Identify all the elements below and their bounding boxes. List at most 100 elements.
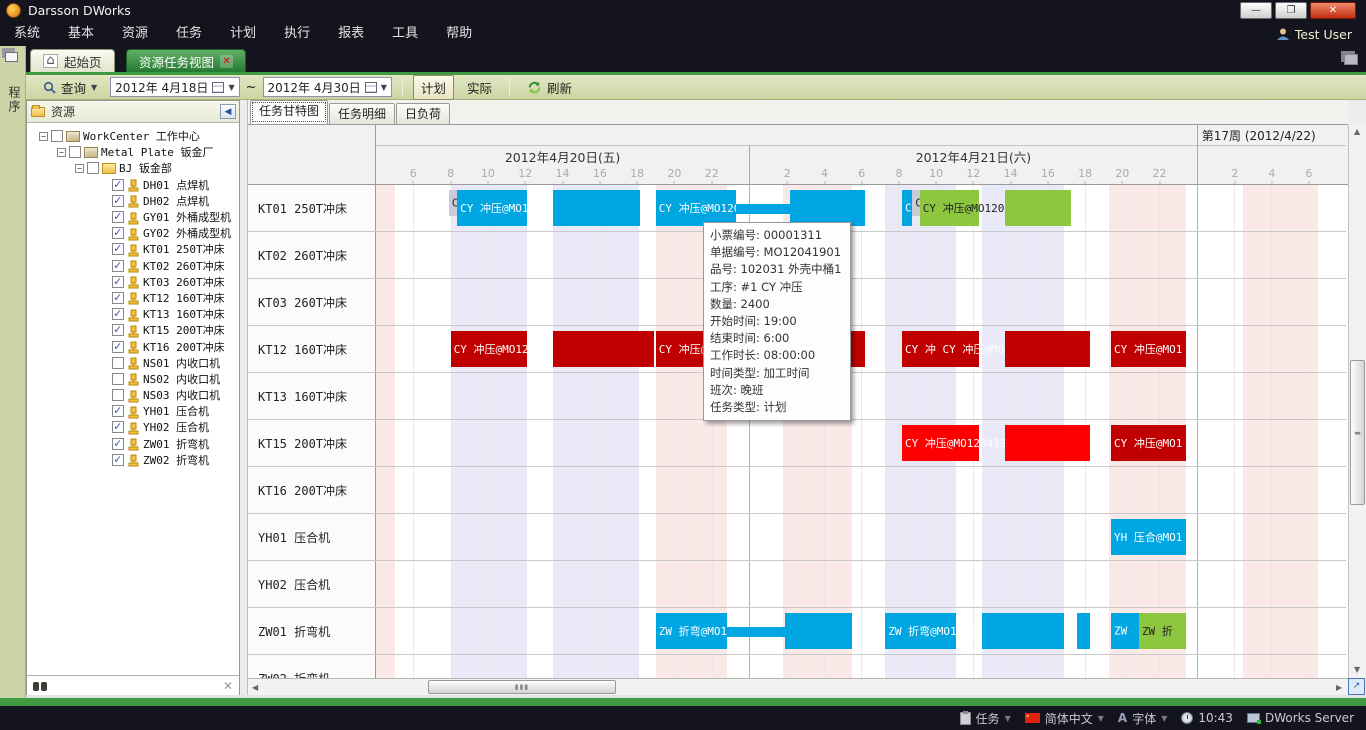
restore-button[interactable]: ❐ xyxy=(1275,2,1307,19)
tree-checkbox[interactable] xyxy=(112,357,124,369)
tree-item-kt03[interactable]: KT03 260T冲床 xyxy=(27,274,239,290)
tree-checkbox[interactable] xyxy=(112,276,124,288)
gantt-task-bar[interactable]: YH 压合@MO1 xyxy=(1111,519,1186,555)
tree-item-bj[interactable]: −BJ 钣金部 xyxy=(27,160,239,176)
tree-item-workcenter[interactable]: −WorkCenter 工作中心 xyxy=(27,128,239,144)
tree-checkbox[interactable] xyxy=(112,389,124,401)
tree-checkbox[interactable] xyxy=(112,227,124,239)
gantt-task-bar[interactable] xyxy=(1005,425,1091,461)
tree-checkbox[interactable] xyxy=(112,454,124,466)
clear-filter-icon[interactable]: ✕ xyxy=(223,679,233,693)
tree-item-metal[interactable]: −Metal Plate 钣金厂 xyxy=(27,144,239,160)
tree-item-zw01[interactable]: ZW01 折弯机 xyxy=(27,436,239,452)
menu-item-1[interactable]: 基本 xyxy=(54,22,108,46)
panel-splitter[interactable] xyxy=(240,100,248,698)
tree-item-ns02[interactable]: NS02 内收口机 xyxy=(27,371,239,387)
hscroll-thumb[interactable]: ▮▮▮ xyxy=(428,680,616,694)
tree-checkbox[interactable] xyxy=(69,146,81,158)
tree-checkbox[interactable] xyxy=(112,405,124,417)
gantt-task-bar[interactable]: ZW 折弯@MO12041901 xyxy=(656,613,727,649)
scroll-left-icon[interactable]: ◀ xyxy=(252,683,258,692)
scroll-up-icon[interactable]: ▲ xyxy=(1354,127,1360,136)
tree-checkbox[interactable] xyxy=(112,179,124,191)
gantt-task-bar[interactable] xyxy=(982,613,1064,649)
chevron-down-icon[interactable]: ▼ xyxy=(1005,714,1011,723)
gantt-tab-2[interactable]: 日负荷 xyxy=(396,103,450,124)
gantt-tab-1[interactable]: 任务明细 xyxy=(329,103,395,124)
tree-item-kt02[interactable]: KT02 260T冲床 xyxy=(27,258,239,274)
tree-checkbox[interactable] xyxy=(87,162,99,174)
tree-checkbox[interactable] xyxy=(112,260,124,272)
status-flag[interactable]: 简体中文▼ xyxy=(1025,710,1104,727)
tree-item-kt16[interactable]: KT16 200T冲床 xyxy=(27,338,239,354)
gantt-task-bar[interactable] xyxy=(1077,613,1090,649)
menu-item-4[interactable]: 计划 xyxy=(216,22,270,46)
gantt-task-bar[interactable] xyxy=(553,190,640,226)
tree-checkbox[interactable] xyxy=(112,438,124,450)
menu-item-8[interactable]: 帮助 xyxy=(432,22,486,46)
gantt-task-bar[interactable] xyxy=(1005,331,1091,367)
chevron-down-icon[interactable]: ▼ xyxy=(1161,714,1167,723)
gantt-task-bar[interactable] xyxy=(553,331,654,367)
gantt-chart[interactable]: 小票编号: 00001311单据编号: MO12041901品号: 102031… xyxy=(376,185,1346,678)
window-list-icon[interactable] xyxy=(1344,54,1358,65)
tree-item-gy02[interactable]: GY02 外桶成型机 xyxy=(27,225,239,241)
gantt-task-bar[interactable]: CY 冲压@MO12041902 xyxy=(920,190,979,226)
setup-marker[interactable]: C xyxy=(912,190,919,216)
gantt-tab-0[interactable]: 任务甘特图 xyxy=(250,100,328,124)
tree-checkbox[interactable] xyxy=(112,421,124,433)
gantt-task-bar[interactable]: CY 冲压@MO12041903 xyxy=(902,425,978,461)
close-button[interactable]: ✕ xyxy=(1310,2,1356,19)
gantt-task-bar[interactable]: CY 冲压@MO12041901 xyxy=(656,190,736,226)
scroll-corner-button[interactable]: ↗ xyxy=(1348,678,1365,695)
vertical-scrollbar[interactable]: ▲ ▬ ▼ xyxy=(1348,125,1366,678)
date-from-field[interactable]: 2012年 4月18日 ▼ xyxy=(110,77,239,97)
gantt-task-bar[interactable] xyxy=(790,190,865,226)
gantt-task-bar[interactable]: ZW 折弯@MO12041901 xyxy=(885,613,956,649)
program-side-strip[interactable]: 程序 xyxy=(0,46,26,698)
tree-expander-icon[interactable]: − xyxy=(57,148,66,157)
horizontal-scrollbar[interactable]: ◀ ▮▮▮ ▶ xyxy=(248,678,1348,695)
vscroll-thumb[interactable]: ▬ xyxy=(1350,360,1365,505)
tree-item-kt13[interactable]: KT13 160T冲床 xyxy=(27,306,239,322)
tree-checkbox[interactable] xyxy=(112,341,124,353)
tree-filter-bar[interactable]: ✕ xyxy=(27,675,239,696)
tree-checkbox[interactable] xyxy=(112,308,124,320)
tree-item-gy01[interactable]: GY01 外桶成型机 xyxy=(27,209,239,225)
tree-checkbox[interactable] xyxy=(51,130,63,142)
tree-checkbox[interactable] xyxy=(112,373,124,385)
gantt-task-bar[interactable]: C xyxy=(902,190,912,226)
menu-item-6[interactable]: 报表 xyxy=(324,22,378,46)
tree-checkbox[interactable] xyxy=(112,324,124,336)
collapse-panel-button[interactable]: ◀ xyxy=(220,104,236,119)
chevron-down-icon[interactable]: ▼ xyxy=(1098,714,1104,723)
minimize-button[interactable]: — xyxy=(1240,2,1272,19)
tree-item-dh01[interactable]: DH01 点焊机 xyxy=(27,177,239,193)
tab-resource-task-view[interactable]: 资源任务视图✕ xyxy=(126,49,246,72)
scroll-down-icon[interactable]: ▼ xyxy=(1354,665,1360,674)
actual-toggle-button[interactable]: 实际 xyxy=(460,76,499,99)
menu-item-0[interactable]: 系统 xyxy=(0,22,54,46)
status-font[interactable]: A字体▼ xyxy=(1118,710,1167,727)
status-server[interactable]: DWorks Server xyxy=(1247,711,1354,725)
tree-item-dh02[interactable]: DH02 点焊机 xyxy=(27,193,239,209)
menu-item-7[interactable]: 工具 xyxy=(378,22,432,46)
tree-item-kt01[interactable]: KT01 250T冲床 xyxy=(27,241,239,257)
tree-checkbox[interactable] xyxy=(112,211,124,223)
tree-checkbox[interactable] xyxy=(112,243,124,255)
gantt-task-bar[interactable] xyxy=(785,613,852,649)
gantt-task-bar[interactable] xyxy=(736,204,790,214)
gantt-task-bar[interactable]: CY 冲 CY 冲压@MO12041904 xyxy=(902,331,978,367)
tree-item-kt12[interactable]: KT12 160T冲床 xyxy=(27,290,239,306)
date-to-field[interactable]: 2012年 4月30日 ▼ xyxy=(263,77,392,97)
menu-item-3[interactable]: 任务 xyxy=(162,22,216,46)
tree-checkbox[interactable] xyxy=(112,292,124,304)
query-button[interactable]: 查询 ▼ xyxy=(36,76,104,99)
tree-expander-icon[interactable]: − xyxy=(75,164,84,173)
tree-item-yh02[interactable]: YH02 压合机 xyxy=(27,419,239,435)
gantt-task-bar[interactable]: CY 冲压@MO12041901 xyxy=(457,190,527,226)
plan-toggle-button[interactable]: 计划 xyxy=(413,75,454,100)
gantt-task-bar[interactable]: CY 冲压@MO1 xyxy=(1111,425,1186,461)
refresh-button[interactable]: 刷新 xyxy=(520,76,579,99)
gantt-task-bar[interactable]: ZW 折 xyxy=(1139,613,1186,649)
